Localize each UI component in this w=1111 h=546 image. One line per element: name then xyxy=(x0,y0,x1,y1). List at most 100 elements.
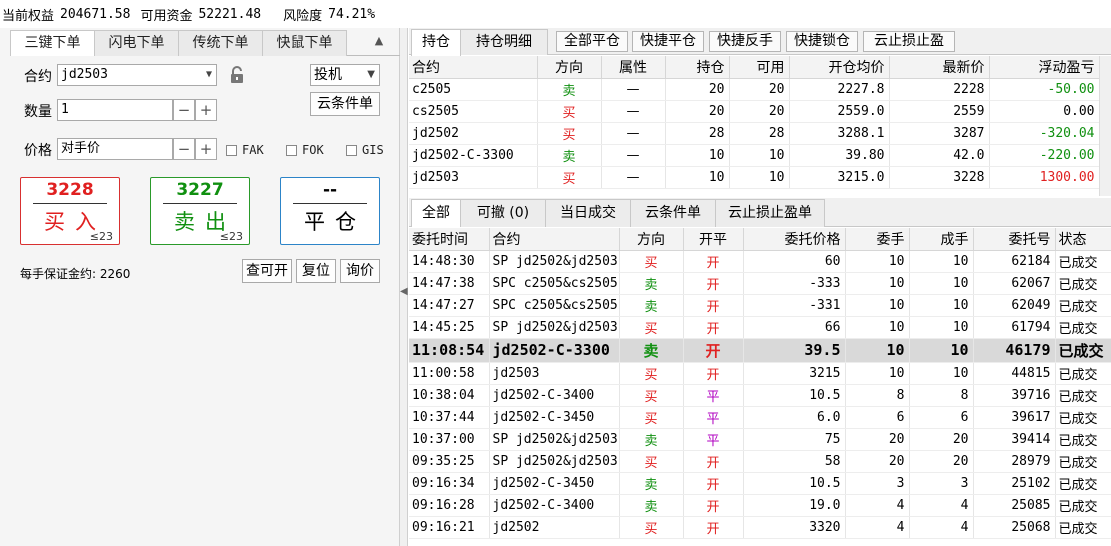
gis-checkbox[interactable]: GIS xyxy=(346,143,384,157)
buy-button[interactable]: 3228 买入 ≤23 xyxy=(20,177,120,245)
tab-position-details[interactable]: 持仓明细 xyxy=(460,29,548,55)
tab-traditional-order[interactable]: 传统下单 xyxy=(178,30,263,56)
close-all-button[interactable]: 全部平仓 xyxy=(556,31,628,52)
cell-order-id: 25102 xyxy=(973,472,1056,495)
tab-cancellable[interactable]: 可撤 (0) xyxy=(460,199,546,227)
checkbox-box xyxy=(346,144,357,156)
col-order-price[interactable]: 委托价格 xyxy=(743,228,846,251)
price-decrease-button[interactable]: − xyxy=(173,138,195,160)
tab-all-orders[interactable]: 全部 xyxy=(411,199,461,227)
col-open-close[interactable]: 开平 xyxy=(683,228,744,251)
query-openable-button[interactable]: 查可开 xyxy=(242,259,292,283)
order-row[interactable]: 09:35:25 SP jd2502&jd2503 买开 58 20 20 28979 已成交 xyxy=(409,450,1111,473)
cell-order-price: 3320 xyxy=(743,516,846,539)
hedge-type-select[interactable]: 投机 ▼ xyxy=(310,64,380,86)
price-increase-button[interactable]: + xyxy=(195,138,217,160)
order-row[interactable]: 10:38:04 jd2502-C-3400 买平 10.5 8 8 39716 已成交 xyxy=(409,384,1111,407)
position-row[interactable]: c2505 卖 —20 20 2227.8 2228 -50.00 xyxy=(409,78,1100,101)
order-row[interactable]: 10:37:44 jd2502-C-3450 买平 6.0 6 6 39617 已成交 xyxy=(409,406,1111,429)
unlock-icon[interactable] xyxy=(229,66,245,84)
panel-splitter[interactable]: ◀ xyxy=(400,28,408,546)
orders-tabbar: 全部 可撤 (0) 当日成交 云条件单 云止损止盈单 xyxy=(409,198,1111,227)
order-form: 合约 jd2503 ▼ 投机 ▼ 云条件单 数量 1 − + 价格 对手价 − … xyxy=(10,56,390,546)
cell-status: 已成交 xyxy=(1055,272,1111,295)
inquiry-button[interactable]: 询价 xyxy=(340,259,380,283)
order-row[interactable]: 14:47:27 SPC c2505&cs2505 卖开 -331 10 10 62049 已… xyxy=(409,294,1111,317)
quick-close-button[interactable]: 快捷平仓 xyxy=(632,31,704,52)
cloud-stop-loss-button[interactable]: 云止损止盈 xyxy=(863,31,955,52)
cloud-condition-order-button[interactable]: 云条件单 xyxy=(310,92,380,116)
order-row[interactable]: 11:00:58 jd2503 买开 3215 10 10 44815 已成交 xyxy=(409,362,1111,385)
cell-open-close: 开 xyxy=(683,450,744,473)
cell-order-price: 58 xyxy=(743,450,846,473)
quick-reverse-button[interactable]: 快捷反手 xyxy=(709,31,781,52)
col-open-avg[interactable]: 开仓均价 xyxy=(789,56,890,79)
cell-status: 已成交 xyxy=(1055,316,1111,339)
fak-label: FAK xyxy=(242,143,264,157)
cell-open-close: 开 xyxy=(683,250,744,273)
col-available[interactable]: 可用 xyxy=(729,56,790,79)
cell-contract: jd2502 xyxy=(409,122,538,145)
quantity-input[interactable]: 1 xyxy=(57,99,173,121)
quantity-decrease-button[interactable]: − xyxy=(173,99,195,121)
order-row[interactable]: 10:37:00 SP jd2502&jd2503 卖平 75 20 20 39414 已成交 xyxy=(409,428,1111,451)
fak-checkbox[interactable]: FAK xyxy=(226,143,264,157)
order-row[interactable]: 09:16:21 jd2502 买开 3320 4 4 25068 已成交 xyxy=(409,516,1111,539)
tab-cloud-stop-orders[interactable]: 云止损止盈单 xyxy=(715,199,825,227)
cell-open-avg: 39.80 xyxy=(789,144,890,167)
col-status[interactable]: 状态 xyxy=(1055,228,1111,251)
cell-order-time: 14:47:27 xyxy=(409,294,490,317)
positions-scrollbar[interactable] xyxy=(1099,56,1111,196)
tab-flash-order[interactable]: 闪电下单 xyxy=(94,30,179,56)
reset-button[interactable]: 复位 xyxy=(296,259,336,283)
cell-contract: SPC c2505&cs2505 xyxy=(489,272,620,295)
sell-button[interactable]: 3227 卖出 ≤23 xyxy=(150,177,250,245)
position-row[interactable]: jd2502-C-3300 卖 —10 10 39.80 42.0 -220.00 xyxy=(409,144,1100,167)
tab-mouse-order[interactable]: 快鼠下单 xyxy=(262,30,347,56)
cell-order-qty: 10 xyxy=(845,250,910,273)
col-contract[interactable]: 合约 xyxy=(409,56,538,79)
col-floating-pnl[interactable]: 浮动盈亏 xyxy=(989,56,1100,79)
col-direction[interactable]: 方向 xyxy=(619,228,684,251)
quantity-increase-button[interactable]: + xyxy=(195,99,217,121)
cell-order-time: 09:16:28 xyxy=(409,494,490,517)
cell-order-qty: 10 xyxy=(845,362,910,385)
cell-order-time: 14:47:38 xyxy=(409,272,490,295)
col-order-qty[interactable]: 委手 xyxy=(845,228,910,251)
col-contract[interactable]: 合约 xyxy=(489,228,620,251)
col-order-id[interactable]: 委托号 xyxy=(973,228,1056,251)
tab-today-trades[interactable]: 当日成交 xyxy=(545,199,631,227)
tab-positions[interactable]: 持仓 xyxy=(411,29,461,56)
quick-lock-button[interactable]: 快捷锁仓 xyxy=(786,31,858,52)
fok-checkbox[interactable]: FOK xyxy=(286,143,324,157)
order-row[interactable]: 14:48:30 SP jd2502&jd2503 买开 60 10 10 62184 已成交 xyxy=(409,250,1111,273)
available-value: 52221.48 xyxy=(198,6,262,22)
col-filled-qty[interactable]: 成手 xyxy=(909,228,974,251)
order-row[interactable]: 09:16:34 jd2502-C-3450 卖开 10.5 3 3 25102 已成交 xyxy=(409,472,1111,495)
position-row[interactable]: jd2502 买 —28 28 3288.1 3287 -320.04 xyxy=(409,122,1100,145)
order-row[interactable]: 11:08:54 jd2502-C-3300 卖开 39.5 10 10 46179 已成交 xyxy=(409,338,1111,363)
close-position-button[interactable]: -- 平仓 xyxy=(280,177,380,245)
col-attribute[interactable]: 属性 xyxy=(601,56,666,79)
cell-order-id: 25085 xyxy=(973,494,1056,517)
cell-order-id: 62067 xyxy=(973,272,1056,295)
cell-contract: c2505 xyxy=(409,78,538,101)
col-order-time[interactable]: 委托时间 xyxy=(409,228,490,251)
order-row[interactable]: 14:45:25 SP jd2502&jd2503 买开 66 10 10 61794 已成交 xyxy=(409,316,1111,339)
chevron-left-icon[interactable]: ◀ xyxy=(400,286,408,297)
divider xyxy=(33,203,107,204)
col-position[interactable]: 持仓 xyxy=(665,56,730,79)
order-row[interactable]: 14:47:38 SPC c2505&cs2505 卖开 -333 10 10 62067 已… xyxy=(409,272,1111,295)
cell-last-price: 2228 xyxy=(889,78,990,101)
margin-per-lot-text: 每手保证金约: 2260 xyxy=(20,267,131,281)
contract-select[interactable]: jd2503 ▼ xyxy=(57,64,217,86)
tab-cloud-condition-orders[interactable]: 云条件单 xyxy=(630,199,716,227)
price-input[interactable]: 对手价 xyxy=(57,138,173,160)
collapse-panel-icon[interactable]: ▲ xyxy=(369,32,389,50)
tab-three-key-order[interactable]: 三键下单 xyxy=(10,30,95,57)
position-row[interactable]: jd2503 买 —10 10 3215.0 3228 1300.00 xyxy=(409,166,1100,189)
col-direction[interactable]: 方向 xyxy=(537,56,602,79)
col-last-price[interactable]: 最新价 xyxy=(889,56,990,79)
position-row[interactable]: cs2505 买 —20 20 2559.0 2559 0.00 xyxy=(409,100,1100,123)
order-row[interactable]: 09:16:28 jd2502-C-3400 卖开 19.0 4 4 25085 已成交 xyxy=(409,494,1111,517)
